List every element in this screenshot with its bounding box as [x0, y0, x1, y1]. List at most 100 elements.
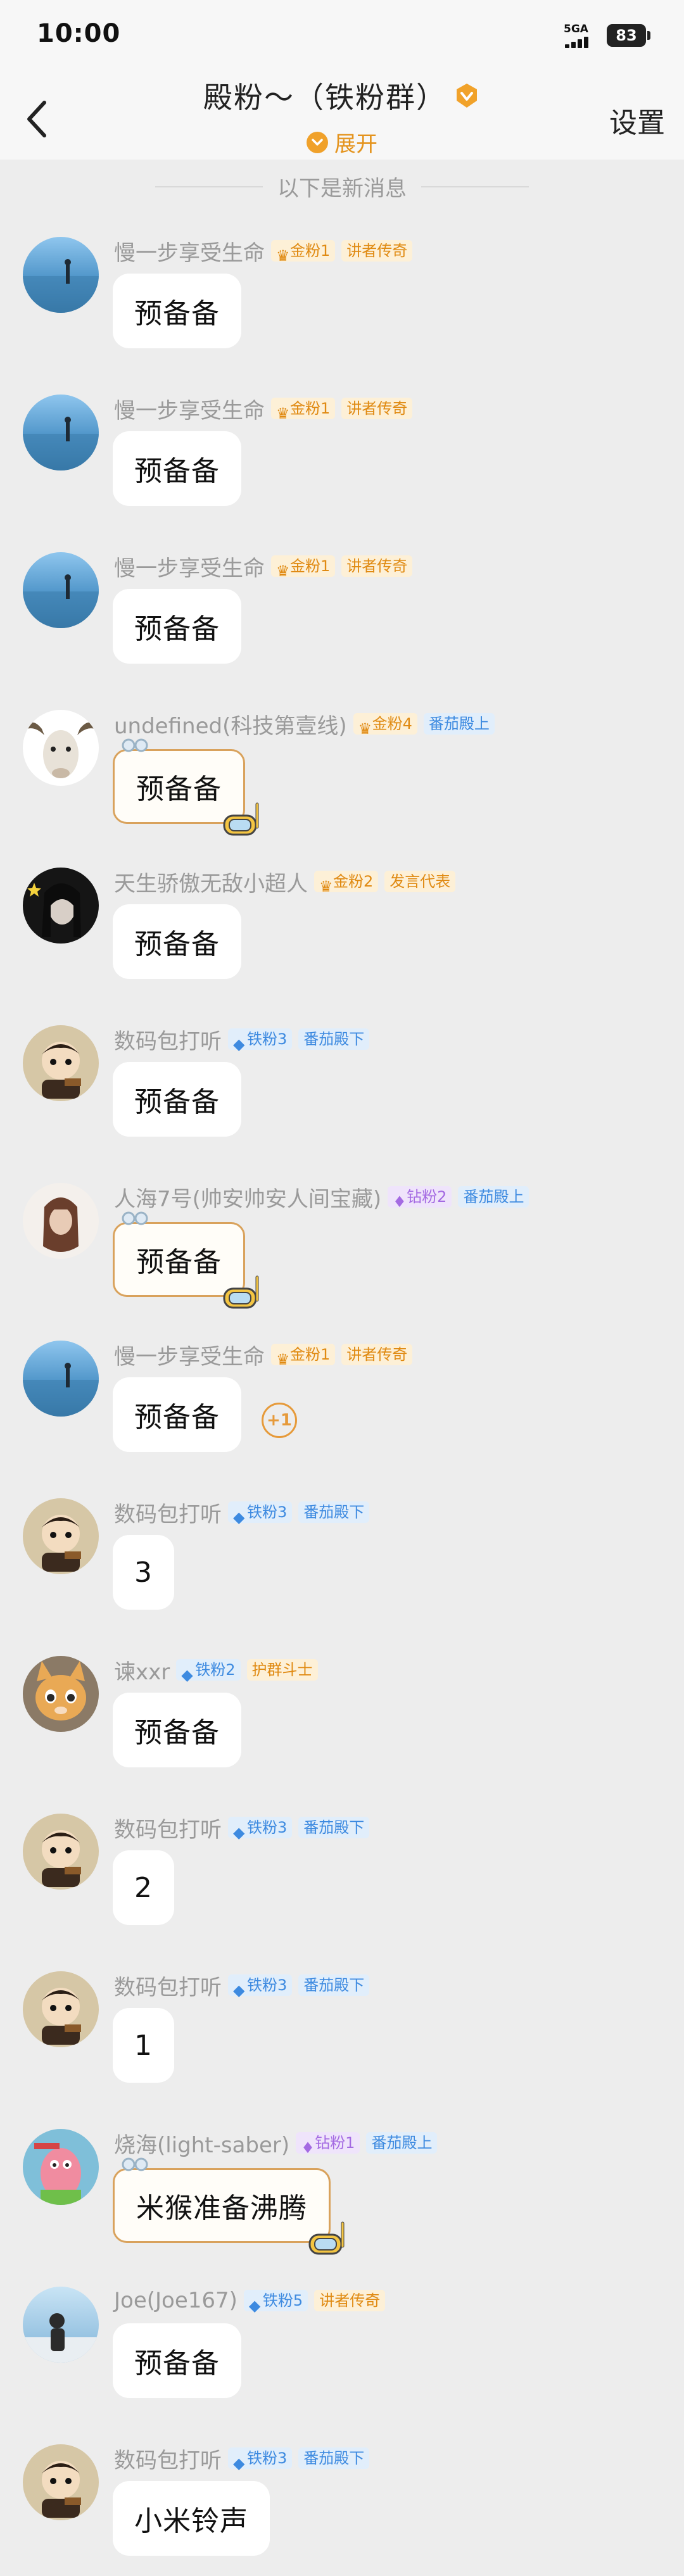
message-bubble[interactable]: 预备备: [113, 904, 241, 979]
message-bubble[interactable]: 小米铃声: [113, 2481, 270, 2556]
avatar[interactable]: [23, 1971, 99, 2047]
avatar[interactable]: [23, 1183, 99, 1259]
sender-name[interactable]: 慢一步享受生命: [114, 393, 265, 424]
title-badge: 讲者传奇: [341, 240, 413, 262]
message-bubble[interactable]: 3: [113, 1535, 174, 1610]
avatar[interactable]: [23, 1656, 99, 1732]
avatar[interactable]: [23, 2129, 99, 2205]
crown-icon: ♛: [358, 720, 372, 738]
chat-title: 殿粉～（铁粉群）: [203, 75, 481, 117]
crown-icon: ♛: [276, 405, 290, 422]
sender-name[interactable]: 数码包打听: [114, 1497, 222, 1528]
avatar[interactable]: [23, 1498, 99, 1574]
avatar[interactable]: [23, 710, 99, 786]
status-icons: 5GA 83: [564, 23, 650, 48]
crown-icon: ♛: [319, 878, 333, 895]
sender-name[interactable]: undefined(科技第壹线): [114, 709, 347, 740]
message-bubble[interactable]: 预备备: [113, 1062, 241, 1137]
fan-level-badge: ◆ 铁粉3: [228, 1974, 293, 1999]
gem-icon: ♦: [393, 1193, 407, 1211]
sender-name[interactable]: 天生骄傲无敌小超人: [114, 866, 308, 897]
battery-icon: 83: [607, 24, 650, 47]
status-time: 10:00: [37, 19, 121, 48]
fan-level-badge: ♛ 金粉1: [271, 240, 336, 265]
sender-name[interactable]: 烧海(light-saber): [114, 2128, 289, 2159]
new-messages-divider: 以下是新消息: [0, 171, 684, 202]
sender-name[interactable]: 数码包打听: [114, 2443, 222, 2474]
avatar[interactable]: [23, 237, 99, 313]
message-bubble[interactable]: 预备备: [113, 589, 241, 664]
message-bubble[interactable]: 预备备: [113, 1211, 259, 1309]
sender-name[interactable]: 数码包打听: [114, 1812, 222, 1843]
plus-one-button[interactable]: +1: [262, 1403, 297, 1438]
settings-button[interactable]: 设置: [609, 100, 665, 141]
title-badge: 讲者传奇: [314, 2290, 386, 2311]
fan-level-badge: ♛ 金粉1: [271, 1344, 336, 1368]
expand-label: 展开: [334, 132, 377, 157]
title-badge: 番茄殿下: [298, 1028, 370, 1050]
avatar[interactable]: [23, 2287, 99, 2363]
sender-name[interactable]: 慢一步享受生命: [114, 1339, 265, 1370]
snorkel-icon: [223, 802, 259, 836]
fan-level-badge: ◆ 铁粉5: [243, 2290, 308, 2314]
fan-level-badge: ♦ 钻粉2: [388, 1186, 452, 1211]
fan-level-badge: ◆ 铁粉3: [228, 1028, 293, 1053]
goggles-icon: [122, 738, 148, 752]
avatar[interactable]: [23, 1025, 99, 1101]
sender-name[interactable]: 数码包打听: [114, 1970, 222, 2001]
title-badge: 番茄殿下: [298, 2447, 370, 2469]
sender-name[interactable]: 慢一步享受生命: [114, 236, 265, 267]
message-bubble[interactable]: 预备备: [113, 2323, 241, 2398]
diamond-icon: ◆: [233, 1035, 245, 1053]
avatar[interactable]: [23, 395, 99, 470]
avatar[interactable]: [23, 868, 99, 944]
title-badge: 番茄殿下: [298, 1501, 370, 1523]
title-badge: 发言代表: [384, 871, 456, 892]
gem-icon: ♦: [301, 2139, 315, 2157]
avatar[interactable]: [23, 552, 99, 628]
fan-level-badge: ♦ 钻粉1: [296, 2132, 360, 2157]
message-bubble[interactable]: 预备备: [113, 431, 241, 506]
crown-icon: ♛: [276, 562, 290, 580]
goggles-icon: [122, 1211, 148, 1225]
sender-name[interactable]: 人海7号(帅安帅安人间宝藏): [114, 1182, 381, 1213]
sender-name[interactable]: 慢一步享受生命: [114, 551, 265, 582]
message-bubble[interactable]: 预备备: [113, 1377, 241, 1452]
snorkel-icon: [308, 2221, 345, 2255]
chevron-down-icon: [307, 131, 328, 153]
snorkel-icon: [223, 1275, 259, 1309]
message-bubble[interactable]: 预备备: [113, 274, 241, 348]
title-badge: 护群斗士: [246, 1659, 318, 1681]
expand-button[interactable]: 展开: [307, 127, 377, 158]
sender-name[interactable]: 数码包打听: [114, 1024, 222, 1055]
fan-level-badge: ◆ 铁粉3: [228, 1501, 293, 1526]
network-type: 5GA: [564, 23, 588, 35]
message-bubble[interactable]: 预备备: [113, 1693, 241, 1767]
avatar[interactable]: [23, 1814, 99, 1890]
sender-name[interactable]: Joe(Joe167): [114, 2288, 238, 2313]
top-bar: 10:00 5GA 83 殿粉～（铁粉群） 展开 设置: [0, 0, 684, 160]
fan-level-badge: ◆ 铁粉3: [228, 2447, 293, 2472]
title-badge: 讲者传奇: [341, 398, 413, 419]
title-badge: 番茄殿下: [298, 1817, 370, 1838]
title-badge: 番茄殿上: [458, 1186, 529, 1208]
diamond-icon: ◆: [248, 2297, 261, 2314]
message-bubble[interactable]: 2: [113, 1850, 174, 1925]
diamond-icon: ◆: [233, 1824, 245, 1841]
message-bubble[interactable]: 预备备: [113, 738, 259, 836]
diamond-icon: ◆: [181, 1666, 193, 1684]
fan-level-badge: ♛ 金粉2: [314, 871, 379, 895]
diamond-icon: ◆: [233, 1508, 245, 1526]
fan-level-badge: ♛ 金粉4: [353, 713, 417, 738]
title-badge: 番茄殿上: [366, 2132, 438, 2154]
fan-level-badge: ♛ 金粉1: [271, 555, 336, 580]
sender-name[interactable]: 谏xxr: [114, 1655, 170, 1686]
message-bubble[interactable]: 1: [113, 2008, 174, 2083]
fan-level-badge: ♛ 金粉1: [271, 398, 336, 422]
avatar[interactable]: [23, 2444, 99, 2520]
diamond-icon: ◆: [233, 2454, 245, 2472]
crown-icon: ♛: [276, 247, 290, 265]
fan-level-badge: ◆ 铁粉2: [176, 1659, 241, 1684]
message-bubble[interactable]: 米猴准备沸腾: [113, 2157, 345, 2255]
avatar[interactable]: [23, 1341, 99, 1417]
